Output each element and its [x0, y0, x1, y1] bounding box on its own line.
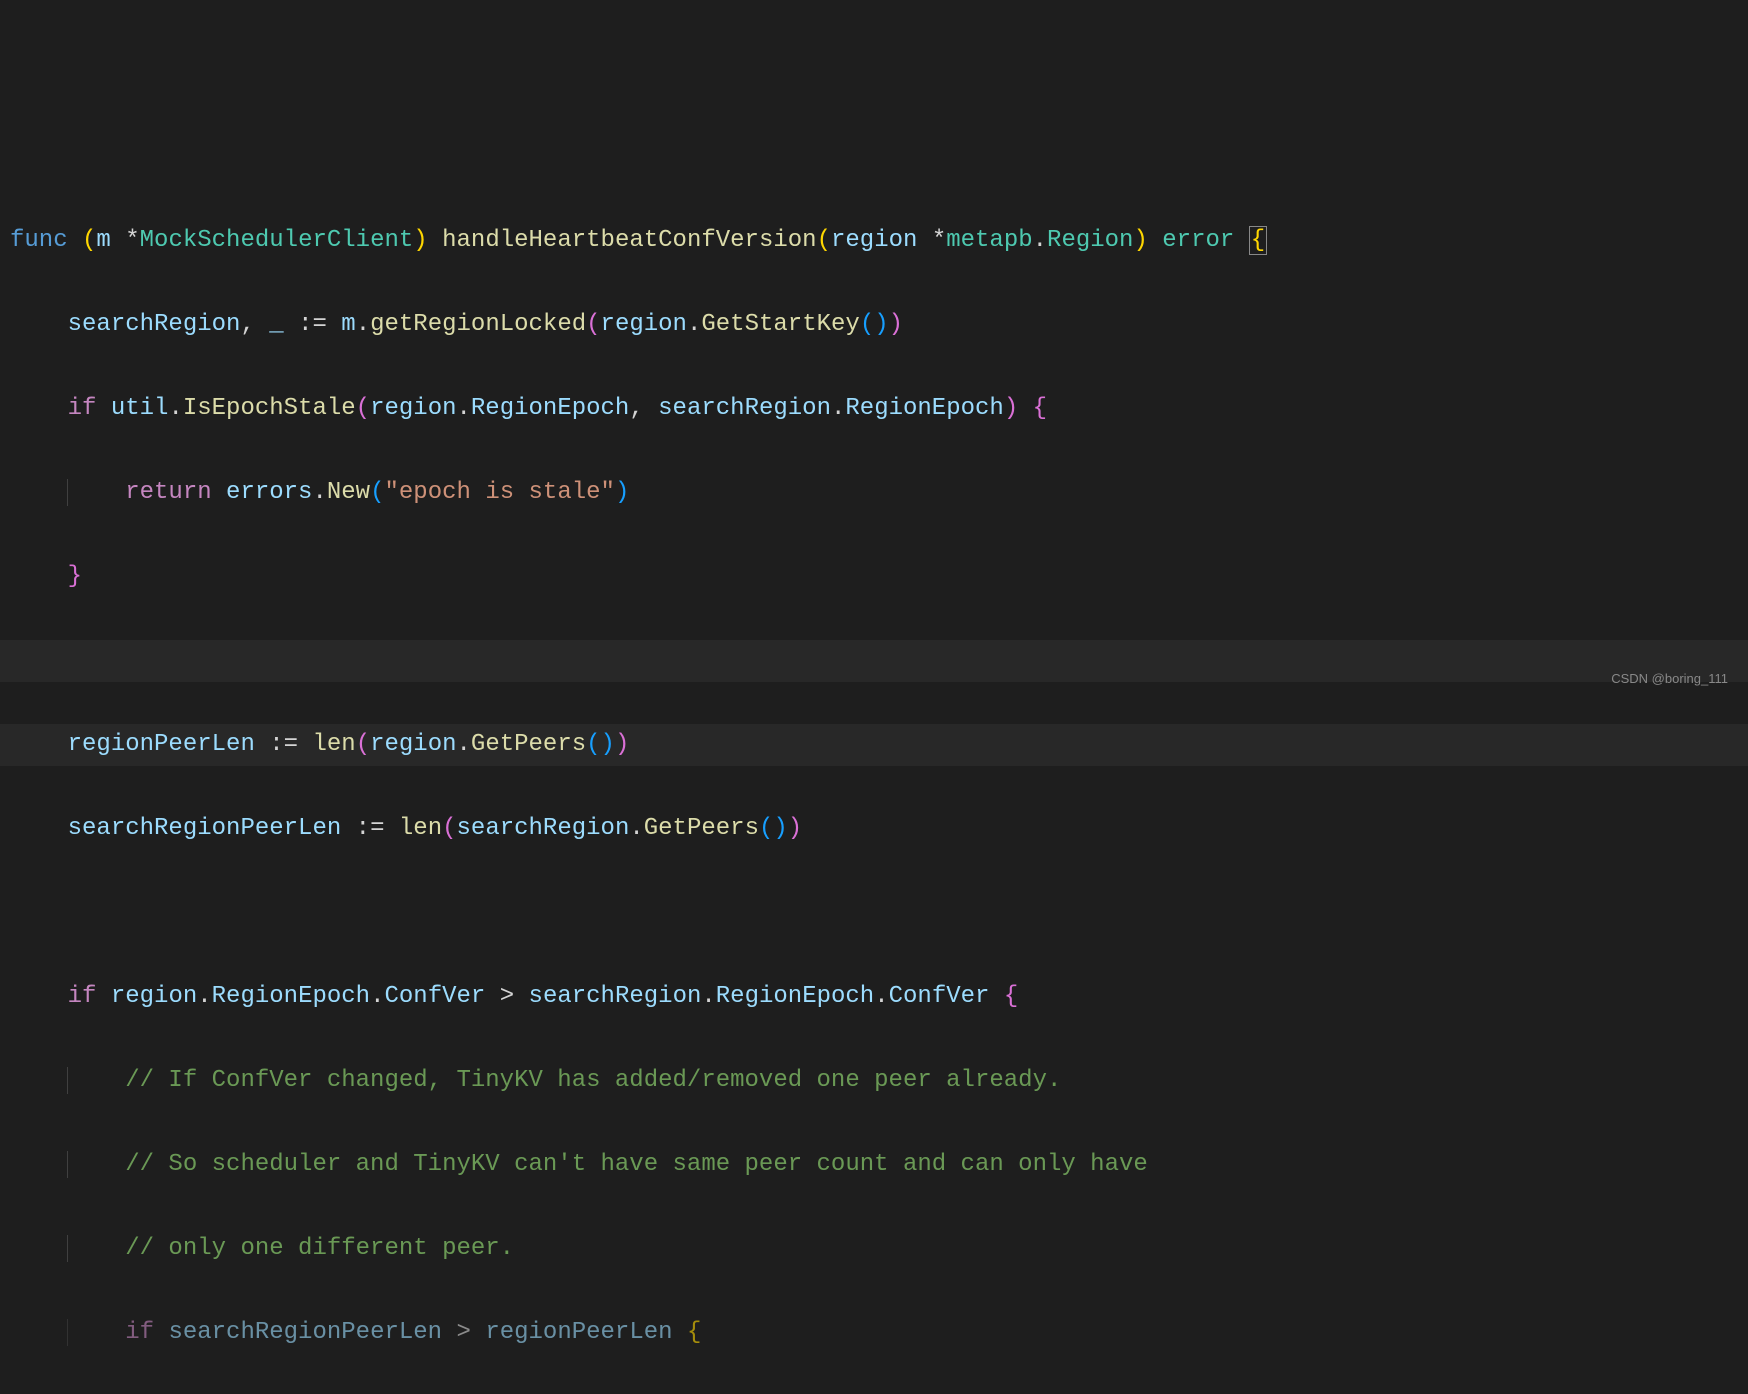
code-line-2: searchRegion, _ := m.getRegionLocked(reg…: [10, 304, 1748, 346]
code-editor[interactable]: func (m *MockSchedulerClient) handleHear…: [10, 178, 1748, 1394]
code-line-4: return errors.New("epoch is stale"): [10, 472, 1748, 514]
code-line-6-blank: [0, 640, 1748, 682]
code-line-8: searchRegionPeerLen := len(searchRegion.…: [10, 808, 1748, 850]
watermark: CSDN @boring_111: [1611, 668, 1728, 691]
code-line-9-blank: [10, 892, 1748, 934]
code-line-7: regionPeerLen := len(region.GetPeers()): [0, 724, 1748, 766]
code-line-3: if util.IsEpochStale(region.RegionEpoch,…: [10, 388, 1748, 430]
code-line-1: func (m *MockSchedulerClient) handleHear…: [10, 220, 1748, 262]
code-line-14: if searchRegionPeerLen > regionPeerLen {: [10, 1312, 1748, 1354]
code-line-12: // So scheduler and TinyKV can't have sa…: [10, 1144, 1748, 1186]
open-brace-icon: {: [1249, 226, 1267, 255]
code-line-13: // only one different peer.: [10, 1228, 1748, 1270]
code-line-10: if region.RegionEpoch.ConfVer > searchRe…: [10, 976, 1748, 1018]
code-line-11: // If ConfVer changed, TinyKV has added/…: [10, 1060, 1748, 1102]
code-line-5: }: [10, 556, 1748, 598]
